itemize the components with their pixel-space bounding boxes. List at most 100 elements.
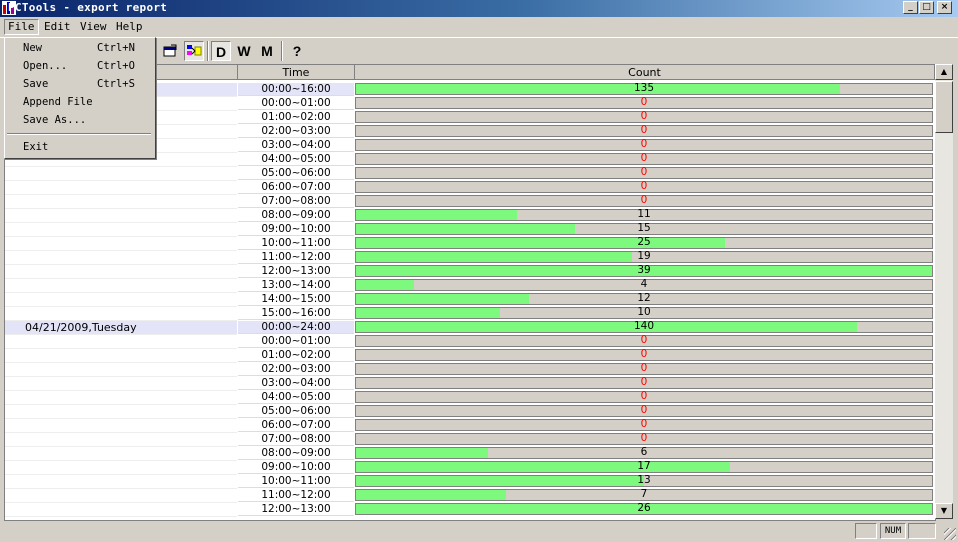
table-row[interactable]: 08:00~09:00 6 (5, 447, 935, 461)
count-cell: 25 (355, 237, 933, 249)
menu-file[interactable]: File (4, 19, 39, 35)
menu-item-save-as[interactable]: Save As... (5, 112, 153, 128)
table-row[interactable]: 10:00~11:00 25 (5, 237, 935, 251)
window-title: PCTools - export report (8, 1, 168, 14)
week-view-button[interactable]: W (234, 41, 254, 61)
count-cell: 0 (355, 419, 933, 431)
table-row[interactable]: 02:00~03:00 0 (5, 363, 935, 377)
menu-bar: File Edit View Help (0, 18, 958, 36)
time-cell: 08:00~09:00 (238, 209, 354, 222)
table-row[interactable]: 08:00~09:00 11 (5, 209, 935, 223)
status-panel-scroll (908, 523, 936, 539)
count-cell: 10 (355, 307, 933, 319)
count-value: 13 (637, 474, 651, 486)
scroll-down-icon[interactable]: ▼ (935, 503, 953, 519)
table-row[interactable]: 14:00~15:00 12 (5, 293, 935, 307)
count-cell: 39 (355, 265, 933, 277)
date-cell (5, 391, 237, 405)
table-row[interactable]: 03:00~04:00 0 (5, 377, 935, 391)
time-cell: 00:00~01:00 (238, 335, 354, 348)
date-cell (5, 293, 237, 307)
minimize-button[interactable]: _ (903, 1, 918, 14)
count-value: 6 (640, 446, 648, 458)
resize-grip-icon[interactable] (944, 528, 956, 540)
maximize-button[interactable]: □ (919, 1, 934, 14)
date-cell (5, 195, 237, 209)
count-value: 0 (640, 194, 648, 206)
month-view-button[interactable]: M (257, 41, 277, 61)
menu-edit[interactable]: Edit (41, 20, 74, 34)
count-value: 0 (640, 180, 648, 192)
vertical-scrollbar[interactable]: ▲ ▼ (935, 64, 953, 519)
menu-item-append-file[interactable]: Append File (5, 94, 153, 110)
table-row[interactable]: 07:00~08:00 0 (5, 195, 935, 209)
count-cell: 6 (355, 447, 933, 459)
count-cell: 0 (355, 391, 933, 403)
menu-help[interactable]: Help (113, 20, 146, 34)
menu-item-exit[interactable]: Exit (5, 139, 153, 155)
time-cell: 06:00~07:00 (238, 181, 354, 194)
count-value: 0 (640, 138, 648, 150)
count-cell: 0 (355, 377, 933, 389)
date-cell (5, 475, 237, 489)
menu-item-open[interactable]: Open... Ctrl+O (5, 58, 153, 74)
day-view-button[interactable]: D (211, 41, 231, 61)
count-cell: 13 (355, 475, 933, 487)
table-row[interactable]: 12:00~13:00 39 (5, 265, 935, 279)
close-button[interactable]: × (937, 1, 952, 14)
color-palette-icon[interactable] (184, 41, 204, 61)
count-value: 26 (637, 502, 651, 514)
status-num-indicator: NUM (880, 523, 906, 539)
table-row[interactable]: 09:00~10:00 15 (5, 223, 935, 237)
date-cell (5, 265, 237, 279)
table-row[interactable]: 10:00~11:00 13 (5, 475, 935, 489)
time-cell: 02:00~03:00 (238, 125, 354, 138)
count-cell: 0 (355, 433, 933, 445)
time-cell: 05:00~06:00 (238, 167, 354, 180)
menu-item-save[interactable]: Save Ctrl+S (5, 76, 153, 92)
table-row[interactable]: 07:00~08:00 0 (5, 433, 935, 447)
table-row[interactable]: 13:00~14:00 4 (5, 279, 935, 293)
date-cell (5, 251, 237, 265)
date-cell (5, 377, 237, 391)
count-value: 0 (640, 348, 648, 360)
time-cell: 10:00~11:00 (238, 475, 354, 488)
time-column-header[interactable]: Time (238, 65, 355, 80)
properties-icon[interactable] (160, 41, 180, 61)
menu-view[interactable]: View (77, 20, 110, 34)
table-row[interactable]: 11:00~12:00 7 (5, 489, 935, 503)
time-cell: 00:00~01:00 (238, 97, 354, 110)
table-row[interactable]: 05:00~06:00 0 (5, 167, 935, 181)
count-value: 17 (637, 460, 651, 472)
date-cell (5, 167, 237, 181)
table-row[interactable]: 12:00~13:00 26 (5, 503, 935, 517)
time-cell: 03:00~04:00 (238, 139, 354, 152)
count-cell: 140 (355, 321, 933, 333)
scroll-up-icon[interactable]: ▲ (935, 64, 953, 80)
date-cell (5, 363, 237, 377)
scroll-thumb[interactable] (935, 81, 953, 133)
count-value: 0 (640, 110, 648, 122)
date-cell (5, 433, 237, 447)
count-cell: 26 (355, 503, 933, 515)
time-cell: 12:00~13:00 (238, 503, 354, 516)
table-row[interactable]: 15:00~16:00 10 (5, 307, 935, 321)
table-row[interactable]: 11:00~12:00 19 (5, 251, 935, 265)
menu-item-new[interactable]: New Ctrl+N (5, 40, 153, 56)
table-row[interactable]: 06:00~07:00 0 (5, 419, 935, 433)
count-value: 0 (640, 376, 648, 388)
table-row[interactable]: 04/21/2009,Tuesday 00:00~24:00 140 (5, 321, 935, 335)
table-row[interactable]: 09:00~10:00 17 (5, 461, 935, 475)
count-value: 0 (640, 124, 648, 136)
count-cell: 0 (355, 167, 933, 179)
count-cell: 0 (355, 335, 933, 347)
table-row[interactable]: 01:00~02:00 0 (5, 349, 935, 363)
table-row[interactable]: 00:00~01:00 0 (5, 335, 935, 349)
count-cell: 0 (355, 363, 933, 375)
count-column-header[interactable]: Count (355, 65, 935, 80)
table-row[interactable]: 04:00~05:00 0 (5, 391, 935, 405)
count-value: 0 (640, 152, 648, 164)
table-row[interactable]: 06:00~07:00 0 (5, 181, 935, 195)
help-button[interactable]: ? (287, 41, 307, 61)
table-row[interactable]: 05:00~06:00 0 (5, 405, 935, 419)
